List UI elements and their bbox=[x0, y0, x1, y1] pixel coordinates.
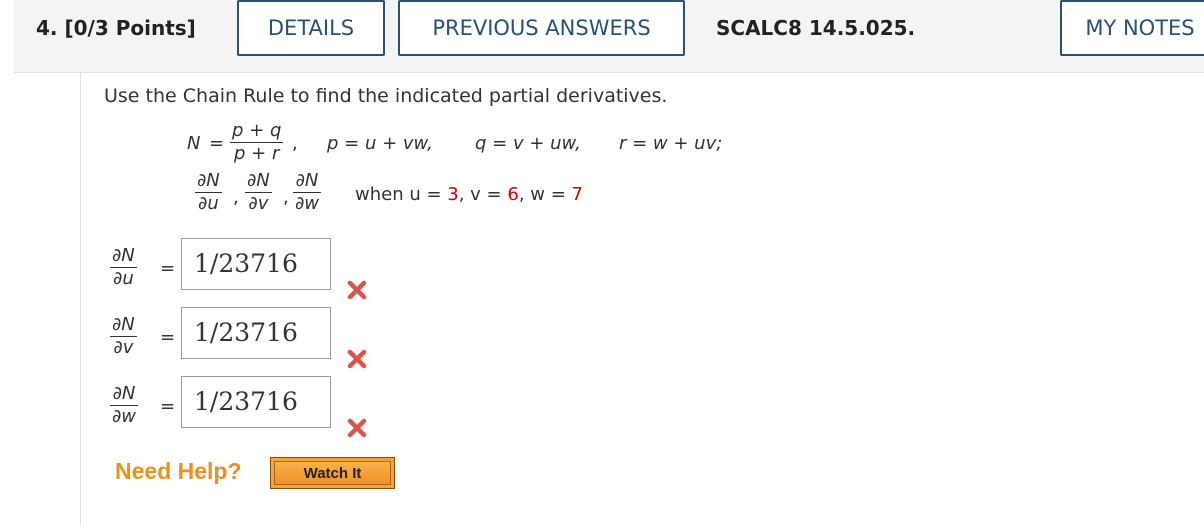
v-value: 6 bbox=[507, 184, 519, 205]
answer-input-dw[interactable]: 1/23716 bbox=[181, 376, 331, 428]
v-label: , v = bbox=[458, 184, 502, 205]
when-label: when u = bbox=[355, 184, 442, 205]
denominator: ∂w bbox=[295, 193, 320, 215]
q-definition: q = v + uw, bbox=[475, 133, 581, 154]
equals-sign: = bbox=[160, 327, 176, 348]
numerator: ∂N bbox=[112, 245, 135, 266]
numerator: ∂N bbox=[112, 314, 135, 335]
equals-sign: = bbox=[160, 258, 176, 279]
r-definition: r = w + uv; bbox=[619, 133, 723, 154]
comma: , bbox=[233, 187, 239, 208]
numerator: ∂N bbox=[197, 170, 220, 191]
incorrect-x-icon bbox=[347, 280, 367, 300]
denominator: ∂v bbox=[113, 337, 134, 359]
my-notes-button[interactable]: MY NOTES bbox=[1060, 0, 1204, 56]
question-points-label: 4. [0/3 Points] bbox=[36, 16, 196, 40]
dN-dw-fraction: ∂N ∂w bbox=[293, 170, 322, 215]
dN-du-fraction: ∂N ∂u bbox=[195, 170, 222, 215]
answer-derivative-label: ∂N ∂u bbox=[110, 245, 137, 290]
previous-answers-button[interactable]: PREVIOUS ANSWERS bbox=[398, 0, 685, 56]
denominator: ∂w bbox=[112, 406, 137, 428]
dN-dv-fraction: ∂N ∂v bbox=[245, 170, 272, 215]
given-values: when u = 3, v = 6, w = 7 bbox=[355, 184, 583, 205]
comma: , bbox=[283, 187, 289, 208]
incorrect-x-icon bbox=[347, 349, 367, 369]
N-denominator: p + r bbox=[234, 143, 280, 165]
w-label: , w = bbox=[518, 184, 566, 205]
watch-it-label: Watch It bbox=[274, 461, 391, 485]
content-divider bbox=[80, 72, 81, 525]
denominator: ∂v bbox=[248, 193, 269, 215]
numerator: ∂N bbox=[247, 170, 270, 191]
answer-derivative-label: ∂N ∂w bbox=[110, 383, 139, 428]
N-numerator: p + q bbox=[232, 120, 282, 141]
numerator: ∂N bbox=[112, 383, 136, 404]
watch-it-button[interactable]: Watch It bbox=[270, 457, 395, 489]
denominator: ∂u bbox=[198, 193, 219, 215]
comma: , bbox=[292, 133, 298, 154]
var-N: N bbox=[187, 133, 201, 154]
details-button[interactable]: DETAILS bbox=[237, 0, 385, 56]
answer-derivative-label: ∂N ∂v bbox=[110, 314, 137, 359]
equals-sign: = bbox=[209, 133, 225, 154]
w-value: 7 bbox=[571, 184, 583, 205]
question-prompt: Use the Chain Rule to find the indicated… bbox=[104, 85, 668, 107]
equals-sign: = bbox=[160, 396, 176, 417]
u-value: 3 bbox=[447, 184, 459, 205]
numerator: ∂N bbox=[295, 170, 319, 191]
problem-code: SCALC8 14.5.025. bbox=[716, 16, 916, 40]
answer-input-du[interactable]: 1/23716 bbox=[181, 238, 331, 290]
denominator: ∂u bbox=[113, 268, 134, 290]
answer-input-dv[interactable]: 1/23716 bbox=[181, 307, 331, 359]
p-definition: p = u + vw, bbox=[327, 133, 433, 154]
incorrect-x-icon bbox=[347, 418, 367, 438]
N-fraction: p + q p + r bbox=[230, 120, 284, 165]
need-help-label: Need Help? bbox=[115, 458, 242, 484]
